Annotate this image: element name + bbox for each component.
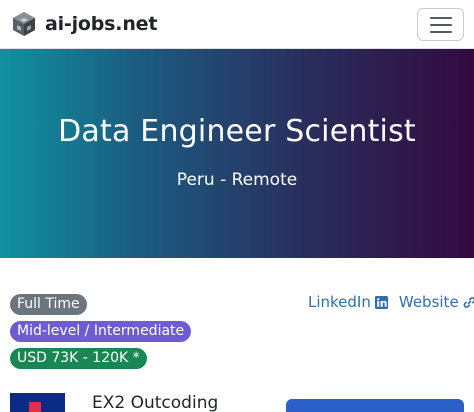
top-navbar: ai-jobs.net	[0, 0, 474, 49]
employment-type-badge: Full Time	[10, 294, 87, 315]
brand-link[interactable]: ai-jobs.net	[11, 11, 157, 37]
salary-badge: USD 73K - 120K *	[10, 348, 147, 369]
hamburger-menu-icon	[429, 16, 452, 33]
linkedin-link-label: LinkedIn	[308, 293, 371, 311]
job-location: Peru - Remote	[176, 170, 298, 190]
website-link-label: Website	[398, 293, 459, 311]
cube-logo-icon	[13, 12, 35, 36]
job-hero-banner: Data Engineer Scientist Peru - Remote	[0, 49, 474, 258]
navbar-toggle-button[interactable]	[417, 8, 464, 41]
company-name: EX2 Outcoding	[92, 393, 219, 412]
experience-level-badge: Mid-level / Intermediate	[10, 321, 192, 342]
company-links: LinkedIn Website	[308, 293, 474, 311]
linkedin-link[interactable]: LinkedIn	[308, 293, 388, 311]
linkedin-icon	[374, 295, 388, 309]
brand-name: ai-jobs.net	[45, 13, 158, 35]
link-icon	[463, 296, 474, 308]
company-logo-mark	[29, 402, 41, 412]
company-logo	[10, 393, 65, 412]
job-title: Data Engineer Scientist	[58, 114, 416, 149]
website-link[interactable]: Website	[399, 293, 474, 311]
apply-button[interactable]	[286, 399, 464, 412]
